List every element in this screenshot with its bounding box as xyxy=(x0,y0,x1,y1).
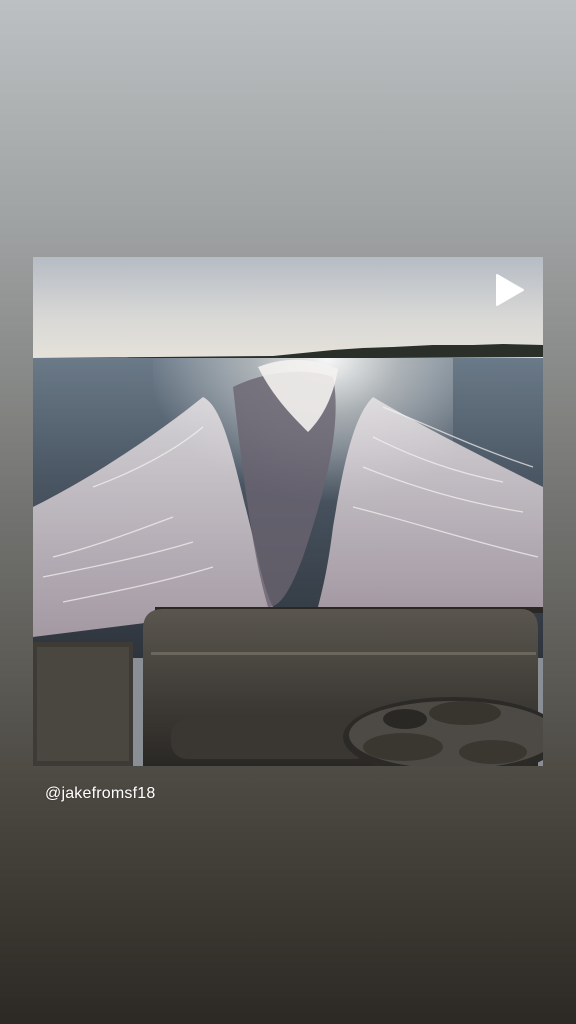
play-button[interactable] xyxy=(493,273,525,307)
play-icon xyxy=(496,274,524,306)
mention-username[interactable]: @jakefromsf18 xyxy=(45,785,155,803)
boat-wake-video-frame xyxy=(33,257,543,766)
story-video[interactable] xyxy=(33,257,543,766)
